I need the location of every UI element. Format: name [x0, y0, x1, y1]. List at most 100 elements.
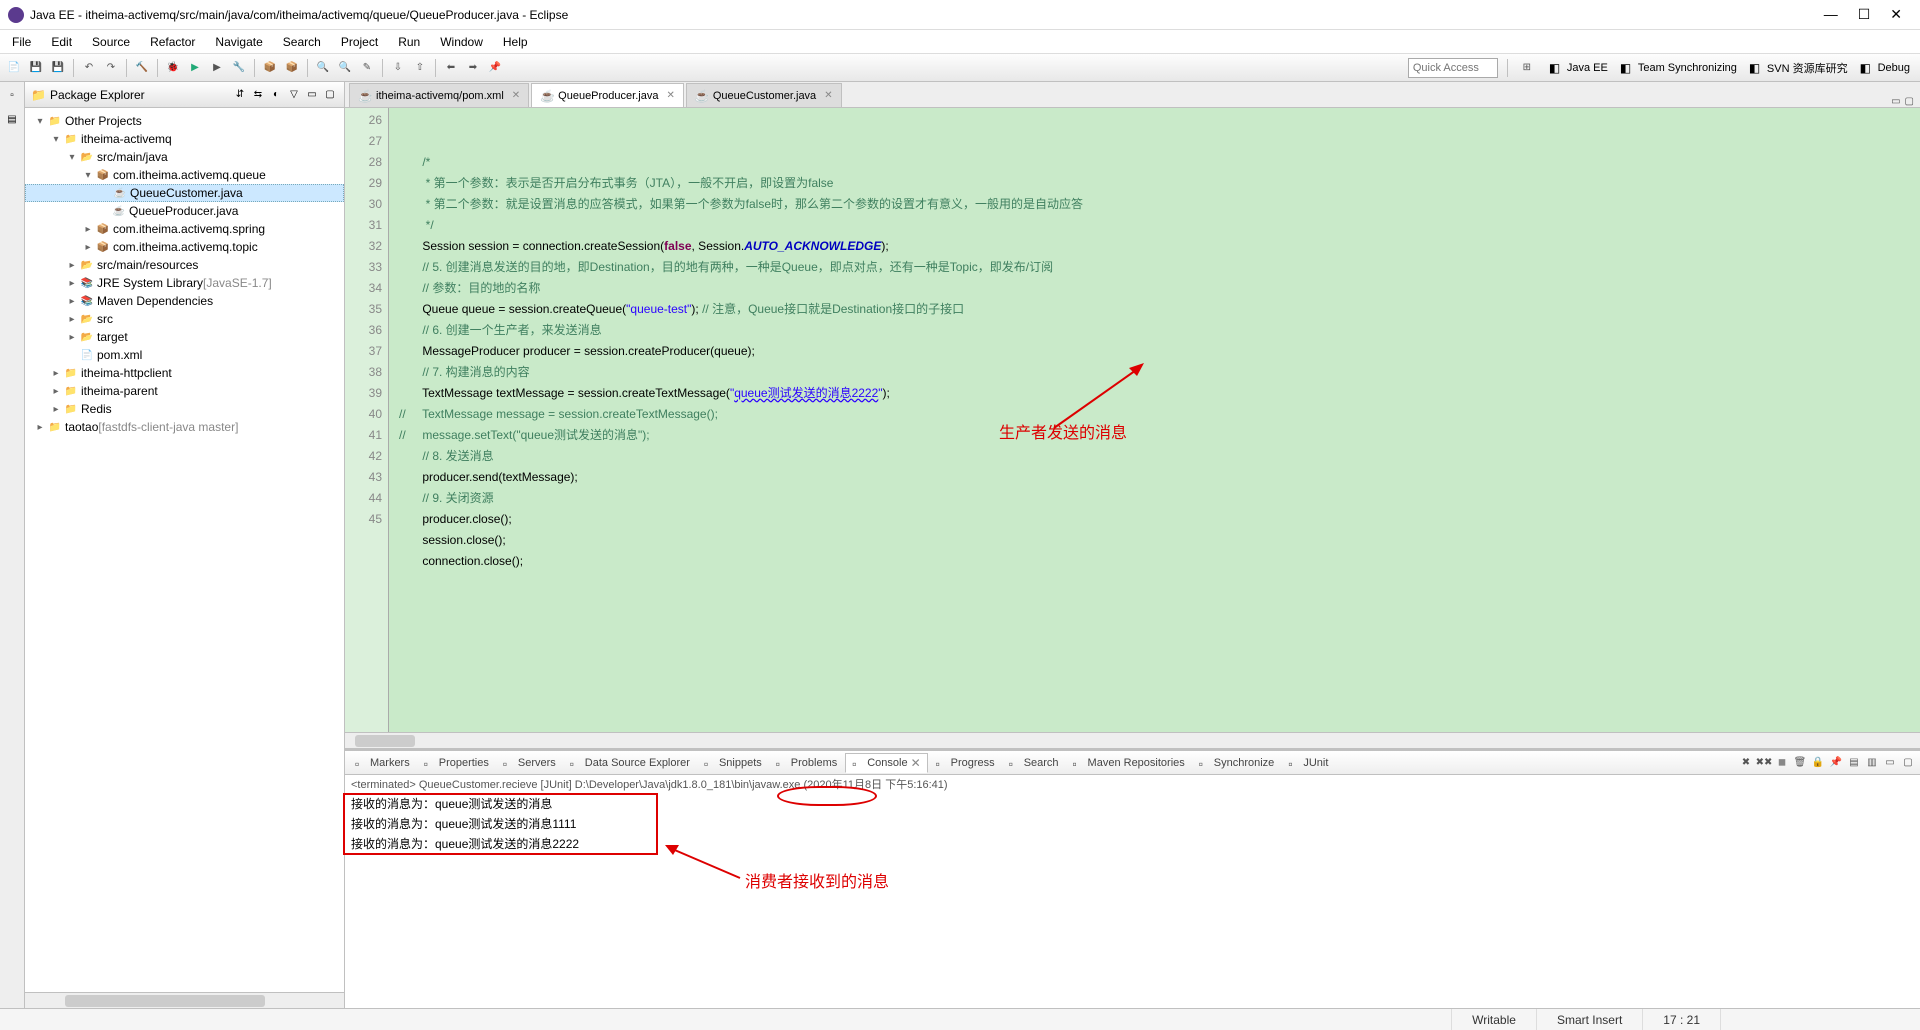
tree-node[interactable]: ▸📁itheima-parent [25, 382, 344, 400]
prev-annotation-button[interactable]: ⇧ [410, 58, 430, 78]
bottom-tab-search[interactable]: ▫Search [1003, 755, 1065, 771]
new-server-button[interactable]: 📦 [260, 58, 280, 78]
editor-h-scrollbar[interactable] [345, 732, 1920, 748]
pin-console-button[interactable]: 📌 [1828, 755, 1844, 771]
close-tab-icon[interactable]: ✕ [824, 90, 832, 101]
maximize-button[interactable]: ☐ [1858, 6, 1871, 23]
tree-node[interactable]: ▾📦com.itheima.activemq.queue [25, 166, 344, 184]
tree-node[interactable]: ▸📁Redis [25, 400, 344, 418]
tree-node[interactable]: ☕QueueCustomer.java [25, 184, 344, 202]
remove-all-button[interactable]: ✖✖ [1756, 755, 1772, 771]
tree-node[interactable]: ▸📚JRE System Library [JavaSE-1.7] [25, 274, 344, 292]
code-editor[interactable]: 2627282930313233343536373839404142434445… [345, 108, 1920, 732]
open-perspective-button[interactable]: ⊞ [1517, 58, 1537, 78]
forward-button[interactable]: ➡ [463, 58, 483, 78]
terminate-button[interactable]: ◼ [1774, 755, 1790, 771]
bottom-tab-snippets[interactable]: ▫Snippets [698, 755, 768, 771]
pin-button[interactable]: 📌 [485, 58, 505, 78]
remove-launch-button[interactable]: ✖ [1738, 755, 1754, 771]
tree-node[interactable]: ▸📁taotao [fastdfs-client-java master] [25, 418, 344, 436]
console-output[interactable]: 接收的消息为：queue测试发送的消息接收的消息为：queue测试发送的消息11… [345, 793, 1920, 1008]
menu-help[interactable]: Help [495, 33, 536, 51]
close-button[interactable]: ✕ [1890, 6, 1902, 23]
open-type-button[interactable]: 🔍 [313, 58, 333, 78]
menu-run[interactable]: Run [390, 33, 428, 51]
minimize-editor-button[interactable]: ▭ [1891, 96, 1900, 107]
scroll-lock-button[interactable]: 🔒 [1810, 755, 1826, 771]
toggle-mark-button[interactable]: ✎ [357, 58, 377, 78]
perspective-svn-资源库研究[interactable]: ◧SVN 资源库研究 [1743, 58, 1854, 78]
h-scrollbar[interactable] [25, 992, 344, 1008]
menu-navigate[interactable]: Navigate [207, 33, 270, 51]
close-tab-icon[interactable]: ✕ [666, 90, 674, 101]
restore-icon[interactable]: ▫ [3, 86, 21, 104]
undo-button[interactable]: ↶ [79, 58, 99, 78]
menu-search[interactable]: Search [275, 33, 329, 51]
menu-edit[interactable]: Edit [43, 33, 80, 51]
maximize-view-button[interactable]: ▢ [322, 87, 338, 103]
code-text[interactable]: /* * 第一个参数：表示是否开启分布式事务（JTA），一般不开启，即设置为fa… [389, 108, 1920, 732]
perspective-java-ee[interactable]: ◧Java EE [1543, 58, 1614, 78]
collapse-all-button[interactable]: ⇵ [232, 87, 248, 103]
run-button[interactable]: ▶ [185, 58, 205, 78]
focus-task-button[interactable]: ◐ [268, 87, 284, 103]
bottom-tab-markers[interactable]: ▫Markers [349, 755, 416, 771]
bottom-tab-properties[interactable]: ▫Properties [418, 755, 495, 771]
link-editor-button[interactable]: ⇆ [250, 87, 266, 103]
tree-node[interactable]: ▸📦com.itheima.activemq.spring [25, 220, 344, 238]
new-button[interactable]: 📄 [4, 58, 24, 78]
run-last-button[interactable]: ▶ [207, 58, 227, 78]
bottom-tab-junit[interactable]: ▫JUnit [1282, 755, 1334, 771]
clear-console-button[interactable]: 🗑 [1792, 755, 1808, 771]
editor-tab[interactable]: ☕QueueProducer.java✕ [531, 83, 684, 107]
minimize-panel-button[interactable]: ▭ [1882, 755, 1898, 771]
bottom-tab-maven-repositories[interactable]: ▫Maven Repositories [1067, 755, 1191, 771]
menu-window[interactable]: Window [432, 33, 491, 51]
bottom-tab-synchronize[interactable]: ▫Synchronize [1193, 755, 1281, 771]
perspective-team-synchronizing[interactable]: ◧Team Synchronizing [1614, 58, 1743, 78]
save-button[interactable]: 💾 [26, 58, 46, 78]
next-annotation-button[interactable]: ⇩ [388, 58, 408, 78]
minimize-button[interactable]: — [1824, 6, 1838, 23]
tree-node[interactable]: ▸📂target [25, 328, 344, 346]
tree-node[interactable]: ▸📁itheima-httpclient [25, 364, 344, 382]
quick-access-input[interactable] [1408, 58, 1498, 78]
search-button[interactable]: 🔍 [335, 58, 355, 78]
editor-tab[interactable]: ☕itheima-activemq/pom.xml✕ [349, 83, 529, 107]
bottom-tab-servers[interactable]: ▫Servers [497, 755, 562, 771]
maximize-editor-button[interactable]: ▢ [1905, 96, 1914, 107]
open-console-button[interactable]: ▥ [1864, 755, 1880, 771]
display-console-button[interactable]: ▤ [1846, 755, 1862, 771]
minimize-view-button[interactable]: ▭ [304, 87, 320, 103]
menu-file[interactable]: File [4, 33, 39, 51]
tree-node[interactable]: ▸📂src/main/resources [25, 256, 344, 274]
menu-refactor[interactable]: Refactor [142, 33, 203, 51]
new-package-button[interactable]: 📦 [282, 58, 302, 78]
tree-node[interactable]: ▾📂src/main/java [25, 148, 344, 166]
tree-node[interactable]: ▸📂src [25, 310, 344, 328]
build-button[interactable]: 🔨 [132, 58, 152, 78]
close-tab-icon[interactable]: ✕ [512, 90, 520, 101]
back-button[interactable]: ⬅ [441, 58, 461, 78]
tree-node[interactable]: ▾📁Other Projects [25, 112, 344, 130]
maximize-panel-button[interactable]: ▢ [1900, 755, 1916, 771]
menu-source[interactable]: Source [84, 33, 138, 51]
project-tree[interactable]: ▾📁Other Projects▾📁itheima-activemq▾📂src/… [25, 108, 344, 992]
external-tools-button[interactable]: 🔧 [229, 58, 249, 78]
tree-node[interactable]: 📄pom.xml [25, 346, 344, 364]
redo-button[interactable]: ↷ [101, 58, 121, 78]
tree-node[interactable]: ☕QueueProducer.java [25, 202, 344, 220]
debug-button[interactable]: 🐞 [163, 58, 183, 78]
tree-node[interactable]: ▸📦com.itheima.activemq.topic [25, 238, 344, 256]
editor-tab[interactable]: ☕QueueCustomer.java✕ [686, 83, 842, 107]
view-menu-button[interactable]: ▽ [286, 87, 302, 103]
bottom-tab-progress[interactable]: ▫Progress [930, 755, 1001, 771]
perspective-debug[interactable]: ◧Debug [1854, 58, 1916, 78]
bottom-tab-data-source-explorer[interactable]: ▫Data Source Explorer [564, 755, 696, 771]
tree-node[interactable]: ▸📚Maven Dependencies [25, 292, 344, 310]
save-all-button[interactable]: 💾 [48, 58, 68, 78]
tree-node[interactable]: ▾📁itheima-activemq [25, 130, 344, 148]
menu-project[interactable]: Project [333, 33, 386, 51]
bottom-tab-problems[interactable]: ▫Problems [770, 755, 843, 771]
bottom-tab-console[interactable]: ▫Console ✕ [845, 753, 927, 773]
